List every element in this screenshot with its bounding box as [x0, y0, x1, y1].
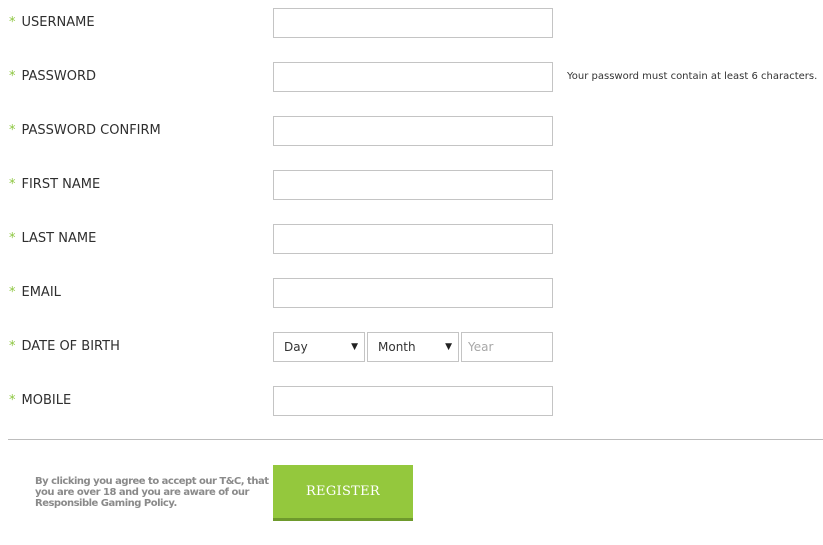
last-name-label: * LAST NAME	[9, 224, 96, 254]
required-asterisk-icon: *	[9, 393, 16, 408]
year-placeholder: Year	[468, 340, 494, 354]
required-asterisk-icon: *	[9, 285, 16, 300]
required-asterisk-icon: *	[9, 231, 16, 246]
first-name-label-text: FIRST NAME	[21, 177, 101, 192]
first-name-label: * FIRST NAME	[9, 170, 100, 200]
email-row: * EMAIL	[0, 278, 823, 308]
password-input[interactable]	[273, 62, 553, 92]
required-asterisk-icon: *	[9, 123, 16, 138]
last-name-row: * LAST NAME	[0, 224, 823, 254]
password-confirm-row: * PASSWORD CONFIRM	[0, 116, 823, 146]
password-confirm-label: * PASSWORD CONFIRM	[9, 116, 161, 146]
first-name-input[interactable]	[273, 170, 553, 200]
password-label: * PASSWORD	[9, 62, 96, 92]
username-label-text: USERNAME	[21, 15, 95, 30]
password-label-text: PASSWORD	[21, 69, 97, 84]
username-row: * USERNAME	[0, 8, 823, 38]
date-of-birth-label: * DATE OF BIRTH	[9, 332, 120, 362]
first-name-row: * FIRST NAME	[0, 170, 823, 200]
username-label: * USERNAME	[9, 8, 95, 38]
username-input[interactable]	[273, 8, 553, 38]
password-hint: Your password must contain at least 6 ch…	[567, 71, 818, 82]
caret-down-icon: ▼	[351, 342, 358, 352]
date-of-birth-row: * DATE OF BIRTH Day ▼ Month ▼ Year	[0, 332, 823, 362]
caret-down-icon: ▼	[445, 342, 452, 352]
year-input[interactable]: Year	[461, 332, 553, 362]
required-asterisk-icon: *	[9, 177, 16, 192]
day-select-value: Day	[284, 340, 308, 354]
mobile-input[interactable]	[273, 386, 553, 416]
last-name-input[interactable]	[273, 224, 553, 254]
password-row: * PASSWORD Your password must contain at …	[0, 62, 823, 92]
password-confirm-input[interactable]	[273, 116, 553, 146]
required-asterisk-icon: *	[9, 69, 16, 84]
day-select[interactable]: Day ▼	[273, 332, 365, 362]
mobile-label: * MOBILE	[9, 386, 71, 416]
month-select[interactable]: Month ▼	[367, 332, 459, 362]
date-of-birth-label-text: DATE OF BIRTH	[21, 339, 120, 354]
mobile-label-text: MOBILE	[21, 393, 72, 408]
terms-text: By clicking you agree to accept our T&C,…	[35, 476, 269, 509]
required-asterisk-icon: *	[9, 339, 16, 354]
form-divider	[8, 439, 823, 440]
email-label-text: EMAIL	[21, 285, 61, 300]
month-select-value: Month	[378, 340, 416, 354]
email-input[interactable]	[273, 278, 553, 308]
last-name-label-text: LAST NAME	[21, 231, 97, 246]
email-label: * EMAIL	[9, 278, 61, 308]
register-button[interactable]: REGISTER	[273, 465, 413, 521]
mobile-row: * MOBILE	[0, 386, 823, 416]
required-asterisk-icon: *	[9, 15, 16, 30]
password-confirm-label-text: PASSWORD CONFIRM	[21, 123, 161, 138]
